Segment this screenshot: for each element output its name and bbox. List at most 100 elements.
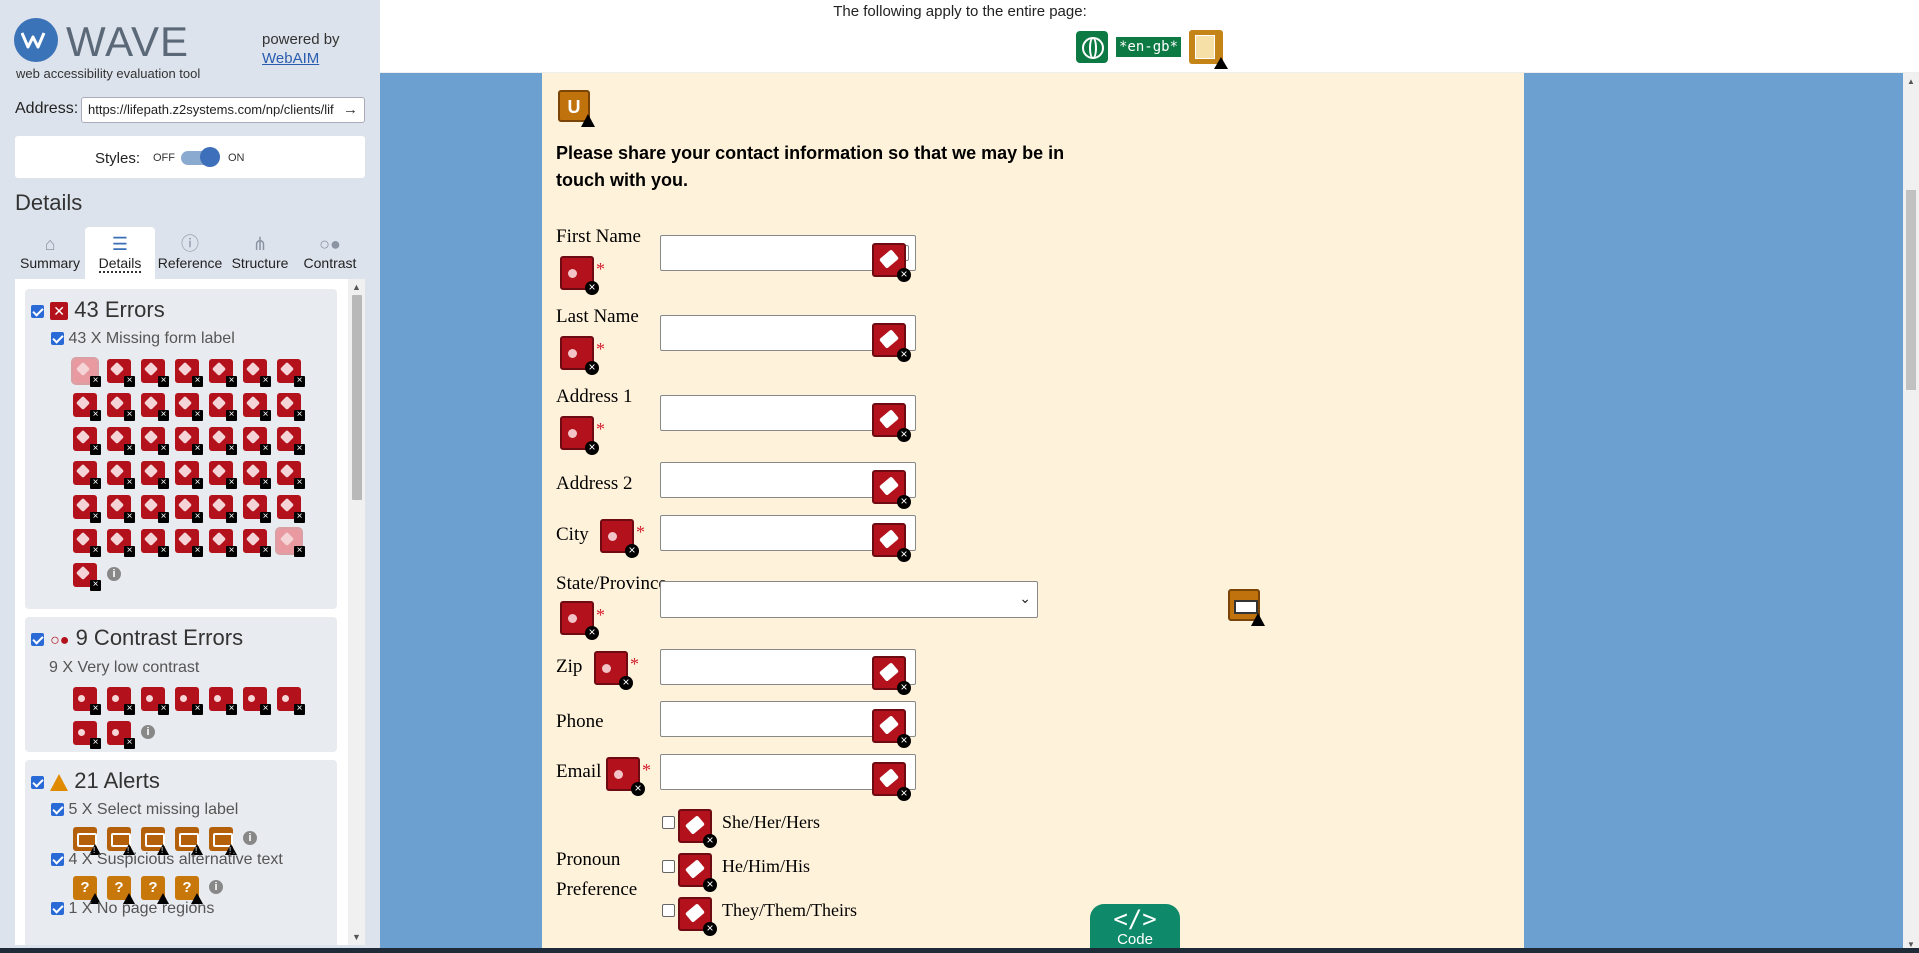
select-missing-label-icon[interactable] [209, 827, 237, 855]
missing-label-error-icon[interactable] [243, 529, 271, 557]
missing-label-error-icon[interactable] [73, 393, 101, 421]
suspicious-alt-icon[interactable]: ? [141, 876, 169, 904]
select-missing-label-icon[interactable] [141, 827, 169, 855]
missing-label-error-icon[interactable] [277, 495, 305, 523]
missing-label-error-icon[interactable] [209, 359, 237, 387]
missing-label-error-icon[interactable] [277, 359, 305, 387]
missing-label-error-icon[interactable] [107, 495, 135, 523]
missing-label-error-icon[interactable] [243, 461, 271, 489]
missing-label-error-icon[interactable] [73, 495, 101, 523]
empty-label-error-icon[interactable] [560, 601, 599, 640]
suspicious-alt-checkbox[interactable] [51, 853, 64, 867]
panel-scroll-thumb[interactable] [352, 295, 362, 500]
empty-label-error-icon[interactable] [560, 256, 599, 295]
missing-label-error-icon[interactable] [275, 527, 305, 557]
missing-label-tag-icon[interactable] [678, 897, 717, 936]
missing-label-error-icon[interactable] [209, 529, 237, 557]
info-icon[interactable]: i [107, 567, 121, 581]
scroll-up-arrow-icon[interactable]: ▲ [1907, 77, 1915, 86]
missing-label-error-icon[interactable] [73, 529, 101, 557]
missing-label-error-icon[interactable] [141, 495, 169, 523]
missing-label-error-icon[interactable] [175, 427, 203, 455]
info-icon[interactable]: i [141, 725, 155, 739]
pronoun-checkbox-they[interactable] [662, 904, 675, 917]
missing-label-tag-icon[interactable] [872, 709, 911, 748]
code-toggle-button[interactable]: </> Code [1090, 904, 1180, 953]
missing-label-error-icon[interactable] [71, 357, 101, 387]
language-globe-icon[interactable] [1076, 31, 1108, 63]
tab-reference[interactable]: ⓘ Reference [155, 227, 225, 279]
language-badge[interactable]: *en-gb* [1116, 37, 1182, 57]
suspicious-alt-icon[interactable]: ? [107, 876, 135, 904]
no-regions-checkbox[interactable] [51, 902, 64, 916]
missing-label-error-icon[interactable] [107, 393, 135, 421]
contrast-error-icon[interactable] [73, 721, 101, 749]
contrast-error-icon[interactable] [107, 721, 135, 749]
tab-structure[interactable]: ⋔ Structure [225, 227, 295, 279]
missing-label-error-icon[interactable] [277, 393, 305, 421]
missing-label-tag-icon[interactable] [872, 762, 911, 801]
info-icon[interactable]: i [209, 880, 223, 894]
scroll-up-arrow-icon[interactable]: ▲ [352, 282, 361, 292]
missing-label-tag-icon[interactable] [872, 656, 911, 695]
missing-label-error-icon[interactable] [243, 359, 271, 387]
select-missing-label-icon[interactable] [175, 827, 203, 855]
pronoun-checkbox-he[interactable] [662, 860, 675, 873]
contrast-error-icon[interactable] [73, 687, 101, 715]
missing-label-error-icon[interactable] [209, 427, 237, 455]
missing-label-error-icon[interactable] [277, 427, 305, 455]
missing-label-error-icon[interactable] [175, 529, 203, 557]
missing-label-tag-icon[interactable] [872, 243, 911, 282]
missing-label-error-icon[interactable] [175, 495, 203, 523]
missing-label-error-icon[interactable] [243, 495, 271, 523]
suspicious-alt-icon[interactable]: ? [175, 876, 203, 904]
missing-label-error-icon[interactable] [243, 427, 271, 455]
webaim-link[interactable]: WebAIM [262, 49, 340, 68]
missing-label-error-icon[interactable] [175, 461, 203, 489]
pronoun-checkbox-she[interactable] [662, 816, 675, 829]
missing-label-error-icon[interactable] [141, 461, 169, 489]
missing-label-tag-icon[interactable] [872, 323, 911, 362]
missing-label-error-icon[interactable] [141, 359, 169, 387]
select-missing-label-icon[interactable] [107, 827, 135, 855]
missing-label-error-icon[interactable] [175, 393, 203, 421]
missing-label-error-icon[interactable] [107, 427, 135, 455]
missing-label-error-icon[interactable] [175, 359, 203, 387]
address-input[interactable]: https://lifepath.z2systems.com/np/client… [81, 97, 365, 123]
alerts-checkbox[interactable] [31, 775, 44, 789]
document-alert-icon[interactable] [1189, 30, 1229, 69]
empty-label-error-icon[interactable] [606, 757, 645, 796]
missing-label-error-icon[interactable] [73, 427, 101, 455]
contrast-error-icon[interactable] [175, 687, 203, 715]
empty-label-error-icon[interactable] [600, 519, 639, 558]
contrast-error-icon[interactable] [277, 687, 305, 715]
empty-label-error-icon[interactable] [594, 651, 633, 690]
missing-label-tag-icon[interactable] [678, 809, 717, 848]
missing-label-error-icon[interactable] [141, 427, 169, 455]
missing-label-tag-icon[interactable] [678, 853, 717, 892]
select-missing-label-icon[interactable] [1228, 589, 1265, 626]
styles-toggle-knob[interactable] [200, 147, 220, 167]
missing-label-error-icon[interactable] [73, 563, 101, 591]
empty-label-error-icon[interactable] [560, 416, 599, 455]
missing-label-error-icon[interactable] [107, 359, 135, 387]
missing-label-error-icon[interactable] [277, 461, 305, 489]
scroll-down-arrow-icon[interactable]: ▼ [352, 932, 361, 942]
select-missing-label-checkbox[interactable] [51, 803, 64, 817]
tab-contrast[interactable]: ○● Contrast [295, 227, 365, 279]
missing-label-tag-icon[interactable] [872, 523, 911, 562]
missing-label-checkbox[interactable] [51, 332, 64, 346]
contrast-error-icon[interactable] [141, 687, 169, 715]
missing-label-error-icon[interactable] [209, 495, 237, 523]
tab-summary[interactable]: ⌂ Summary [15, 227, 85, 279]
missing-label-error-icon[interactable] [107, 529, 135, 557]
underline-alert-icon[interactable]: U [558, 90, 595, 127]
go-arrow-icon[interactable]: → [343, 101, 358, 118]
missing-label-error-icon[interactable] [141, 529, 169, 557]
errors-checkbox[interactable] [31, 304, 44, 318]
missing-label-tag-icon[interactable] [872, 403, 911, 442]
suspicious-alt-icon[interactable]: ? [73, 876, 101, 904]
state-select[interactable]: ⌄ [660, 581, 1038, 618]
missing-label-error-icon[interactable] [107, 461, 135, 489]
contrast-error-icon[interactable] [209, 687, 237, 715]
